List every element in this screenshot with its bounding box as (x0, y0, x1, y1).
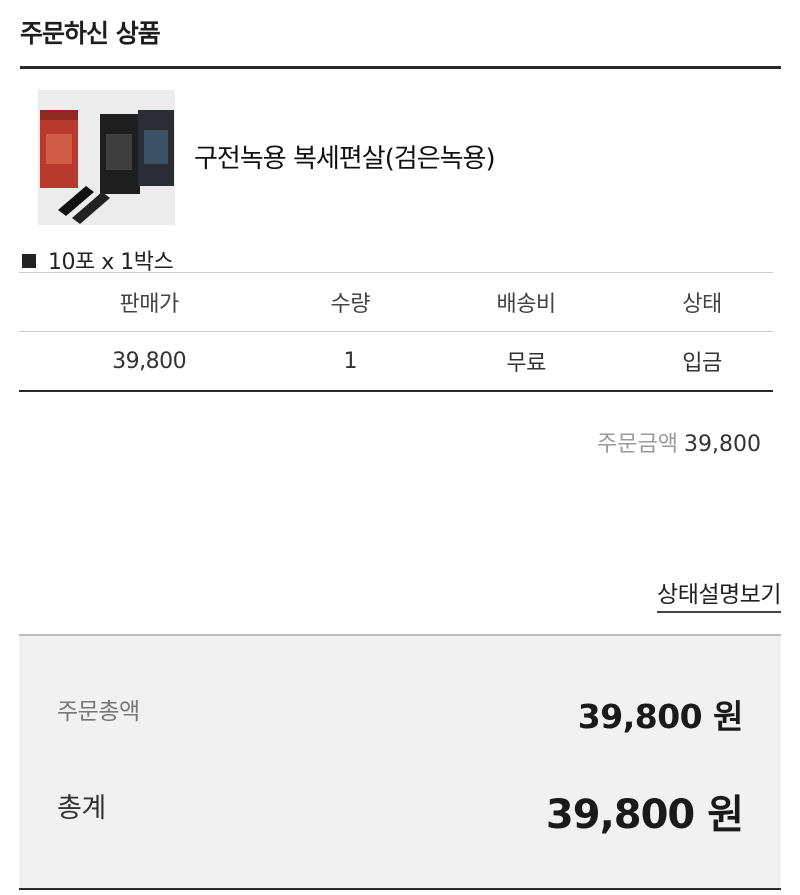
product-name[interactable]: 구전녹용 복세편살(검은녹용) (194, 138, 496, 175)
cell-quantity: 1 (279, 331, 422, 392)
section-title: 주문하신 상품 (20, 19, 161, 48)
order-amount: 주문금액 39,800 (597, 426, 761, 458)
bullet-square-icon (22, 254, 36, 268)
product-thumbnail[interactable] (38, 90, 175, 225)
cell-status: 입금 (630, 331, 773, 392)
grand-total-value: 39,800 원 (545, 792, 744, 838)
cell-shipping: 무료 (421, 331, 631, 392)
order-summary: 주문총액 39,800 원 총계 39,800 원 (19, 634, 781, 890)
grand-total-label: 총계 (57, 793, 106, 824)
header-price: 판매가 (19, 272, 280, 332)
header-shipping: 배송비 (421, 272, 631, 332)
cell-price: 39,800 (19, 331, 280, 392)
order-total-label: 주문총액 (57, 699, 140, 725)
product-image-icon (38, 90, 175, 225)
order-table: 판매가 수량 배송비 상태 39,800 1 무료 입금 (19, 272, 773, 392)
order-total-value: 39,800 원 (577, 697, 744, 736)
status-description-link[interactable]: 상태설명보기 (657, 575, 781, 613)
order-amount-label: 주문금액 (597, 432, 679, 457)
title-divider (20, 66, 781, 69)
header-quantity: 수량 (279, 272, 422, 332)
header-status: 상태 (630, 272, 773, 332)
table-row: 39,800 1 무료 입금 (19, 331, 773, 392)
order-amount-value: 39,800 (684, 432, 761, 457)
